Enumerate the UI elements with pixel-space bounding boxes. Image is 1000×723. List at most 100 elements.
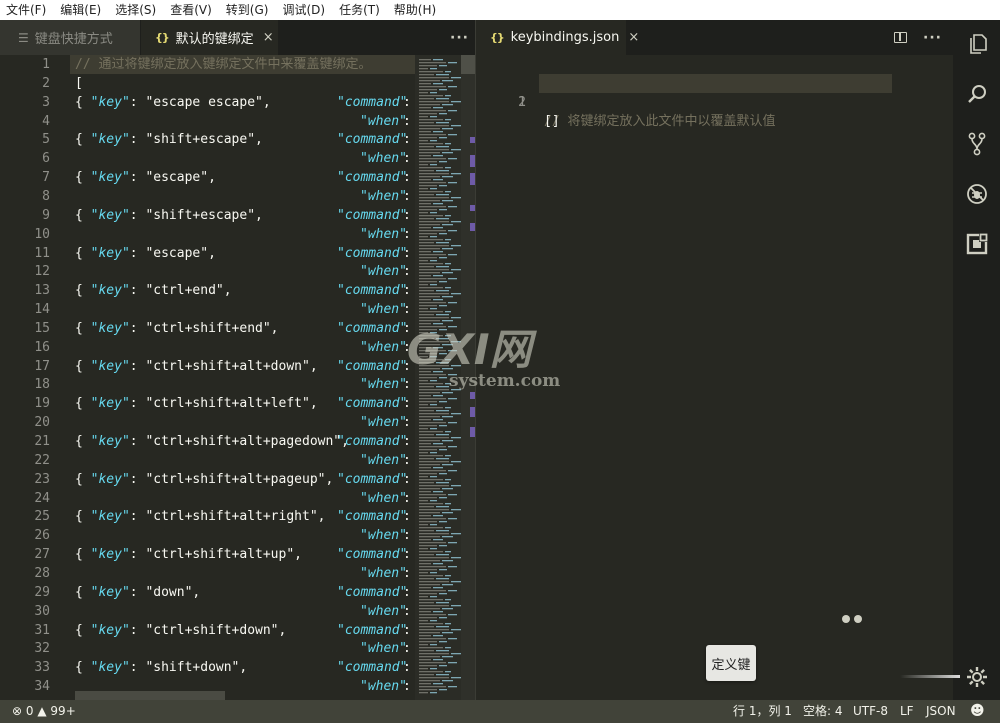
minimap-line (419, 380, 428, 382)
minimap-line (433, 539, 443, 541)
minimap-line (451, 509, 463, 511)
code-key-label: "key" (90, 622, 130, 638)
minimap-line (419, 464, 440, 466)
menu-edit[interactable]: 编辑(E) (53, 0, 108, 20)
code-punct: : (403, 113, 411, 129)
close-icon[interactable]: × (628, 30, 639, 45)
minimap-line (439, 329, 447, 331)
minimap-line (433, 515, 443, 517)
code-line: 5 { "key": "shift+escape", "command": (0, 130, 475, 149)
line-number: 6 (42, 151, 50, 167)
minimap-line (430, 116, 437, 118)
minimap-line (419, 176, 440, 178)
error-icon: ⊗ (12, 704, 23, 718)
minimap-line (419, 104, 440, 106)
code-punct: { (75, 170, 91, 186)
code-key-value: "ctrl+shift+alt+pagedown", (145, 434, 349, 449)
minimap-line (448, 254, 457, 256)
extensions-button[interactable] (953, 224, 1000, 264)
manage-button[interactable] (953, 657, 1000, 697)
line-number: 27 (34, 547, 50, 563)
code-comment: // 将键绑定放入此文件中以覆盖默认值 (544, 114, 776, 129)
minimap[interactable] (415, 55, 463, 700)
language-mode[interactable]: JSON (926, 700, 956, 723)
minimap-line (433, 299, 443, 301)
minimap-line (419, 245, 449, 247)
close-icon[interactable]: × (263, 30, 274, 45)
line-number: 31 (34, 622, 50, 638)
more-actions-icon[interactable]: ··· (450, 30, 469, 46)
keybindings-json-editor[interactable]: 1 // 将键绑定放入此文件中以覆盖默认值 2 [] (476, 55, 953, 700)
minimap-line (442, 80, 453, 82)
tab-default-keybindings[interactable]: {} 默认的键绑定 × (141, 20, 278, 55)
notification-toast[interactable]: 定义键 (706, 645, 756, 681)
minimap-line (419, 134, 446, 136)
minimap-line (419, 578, 434, 580)
minimap-line (433, 611, 443, 613)
minimap-line (419, 344, 440, 346)
indentation-setting[interactable]: 空格: 4 (803, 700, 843, 723)
minimap-line (419, 662, 446, 664)
line-number: 21 (34, 434, 50, 449)
minimap-line (433, 323, 443, 325)
code-punct: : (403, 245, 411, 261)
minimap-line (430, 140, 437, 142)
tab-keyboard-shortcuts[interactable]: ☰ 键盘快捷方式 (0, 20, 140, 55)
minimap-line (419, 422, 446, 424)
menu-debug[interactable]: 调试(D) (275, 0, 332, 20)
code-entry: { "key": "ctrl+shift+alt+left", (75, 394, 318, 413)
minimap-line (419, 278, 446, 280)
minimap-line (430, 188, 437, 190)
minimap-line (448, 62, 457, 64)
code-command-label: "command" (337, 396, 408, 412)
menu-go[interactable]: 转到(G) (219, 0, 276, 20)
menu-view[interactable]: 查看(V) (163, 0, 219, 20)
horizontal-scrollbar-thumb[interactable] (75, 691, 225, 700)
minimap-line (419, 680, 440, 682)
minimap-line (419, 62, 446, 64)
code-punct: : (129, 547, 146, 563)
code-line: 33 { "key": "shift+down", "command": (0, 658, 475, 677)
minimap-line (419, 563, 431, 565)
problems-indicator[interactable]: ⊗ 0 ▲ 99+ (12, 700, 76, 723)
scrollbar-thumb[interactable] (461, 55, 475, 74)
line-number: 10 (34, 226, 50, 242)
source-control-button[interactable] (953, 124, 1000, 164)
menu-file[interactable]: 文件(F) (0, 0, 53, 20)
feedback-smiley-icon[interactable]: ☻ (970, 700, 985, 723)
code-punct: { (75, 622, 91, 638)
menu-help[interactable]: 帮助(H) (387, 0, 443, 20)
menu-selection[interactable]: 选择(S) (108, 0, 163, 20)
search-button[interactable] (953, 74, 1000, 114)
minimap-line (436, 338, 449, 340)
minimap-line (419, 668, 428, 670)
minimap-line (451, 173, 463, 175)
vertical-scrollbar[interactable] (461, 55, 475, 700)
encoding-setting[interactable]: UTF-8 (853, 700, 888, 723)
debug-button[interactable] (953, 174, 1000, 214)
code-entry: { "key": "shift+escape", (75, 130, 263, 149)
code-punct: : (403, 207, 411, 223)
code-line: 29 { "key": "down", "command": (0, 583, 475, 602)
cursor-position[interactable]: 行 1，列 1 (733, 700, 792, 723)
minimap-line (451, 245, 463, 247)
code-entry: { "key": "escape", (75, 168, 216, 187)
minimap-line (419, 203, 431, 205)
code-punct: : (403, 377, 411, 393)
default-keybindings-editor[interactable]: 34 "when":33{ "key": "shift+down", "comman… (0, 55, 475, 700)
line-number: 11 (34, 245, 50, 261)
code-when-label: "when" (360, 377, 407, 393)
code-key-value: "ctrl+shift+alt+left", (145, 396, 318, 412)
code-punct: : (403, 415, 411, 431)
debug-icon (966, 184, 987, 204)
eol-setting[interactable]: LF (900, 700, 914, 723)
minimap-line (436, 386, 449, 388)
minimap-line (419, 179, 431, 181)
minimap-line (419, 65, 437, 67)
more-actions-icon[interactable]: ··· (923, 30, 942, 46)
explorer-button[interactable] (953, 24, 1000, 64)
menu-tasks[interactable]: 任务(T) (332, 0, 387, 20)
code-punct: { (75, 584, 91, 600)
split-editor-icon[interactable] (894, 32, 907, 43)
tab-keybindings-json[interactable]: {} keybindings.json × (476, 20, 639, 55)
